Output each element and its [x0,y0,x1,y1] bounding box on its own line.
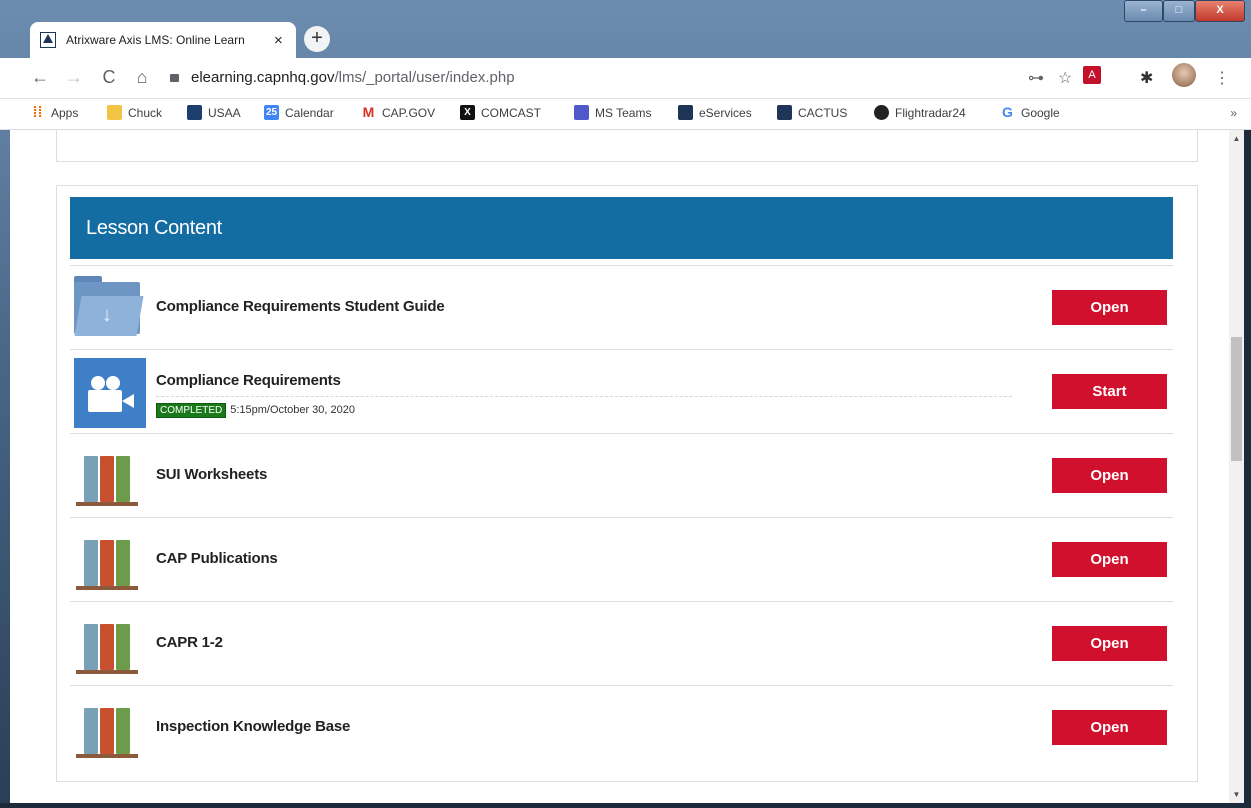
desktop-edge [1244,130,1251,808]
tab-close-icon[interactable]: × [274,32,283,49]
scroll-up-arrow-icon[interactable]: ▲ [1229,134,1244,143]
browser-toolbar: ← → C ⌂ elearning.capnhq.gov/lms/_portal… [0,58,1251,99]
browser-tab[interactable]: Atrixware Axis LMS: Online Learn × [30,22,296,58]
lesson-item-title[interactable]: Compliance Requirements [156,372,341,389]
bookmark-label: CACTUS [798,105,848,120]
google-icon: G [1002,104,1013,120]
address-bar[interactable]: elearning.capnhq.gov/lms/_portal/user/in… [170,63,1020,93]
bookmark-star-icon[interactable]: ☆ [1058,68,1072,88]
bookmark-label: Flightradar24 [895,105,966,120]
bookmark-label: Google [1021,105,1060,120]
lesson-item: CAP Publications Open [70,517,1173,601]
acrobat-pdf-icon[interactable]: A [1083,66,1101,84]
new-tab-button[interactable]: + [304,26,330,52]
lock-icon [170,74,179,82]
bookmark-label: MS Teams [595,105,652,120]
bookmark-calendar[interactable]: 25 Calendar [264,105,334,120]
books-icon [74,442,146,512]
bookmarks-overflow-icon[interactable]: » [1230,106,1237,120]
calendar-icon: 25 [264,105,279,120]
forward-arrow-icon[interactable]: → [64,67,84,88]
bookmark-label: USAA [208,105,241,120]
bookmark-msteams[interactable]: MS Teams [574,105,651,120]
bookmark-eservices[interactable]: eServices [678,105,752,120]
open-button[interactable]: Open [1052,710,1167,745]
books-icon [74,610,146,680]
minimize-button[interactable]: – [1124,0,1163,22]
bookmark-label: COMCAST [481,105,541,120]
lesson-item-title[interactable]: CAP Publications [156,550,278,567]
books-icon [74,694,146,764]
start-button[interactable]: Start [1052,374,1167,409]
teams-icon [574,105,589,120]
bookmark-apps[interactable]: ⁞⁞ Apps [30,104,79,121]
x-icon: X [460,105,475,120]
bookmark-comcast[interactable]: X COMCAST [460,105,541,120]
open-button[interactable]: Open [1052,626,1167,661]
lesson-item-title[interactable]: Inspection Knowledge Base [156,718,350,735]
folder-download-icon: ↓ [74,274,146,344]
lesson-items: ↓ Compliance Requirements Student Guide … [70,265,1173,769]
previous-card [56,130,1198,162]
lesson-item-title[interactable]: CAPR 1-2 [156,634,223,651]
page-content: Lesson Content ↓ Compliance Requirements… [10,130,1229,803]
status-badge: COMPLETED [156,403,227,418]
cap-icon [678,105,693,120]
open-button[interactable]: Open [1052,542,1167,577]
cap-icon [777,105,792,120]
reload-icon[interactable]: C [99,67,119,88]
home-icon[interactable]: ⌂ [132,67,152,88]
extensions-icon[interactable]: ✱ [1140,68,1153,88]
cap-favicon-icon [40,32,56,48]
lesson-item: Inspection Knowledge Base Open [70,685,1173,769]
video-camera-icon [74,358,146,428]
bookmarks-bar: ⁞⁞ Apps Chuck USAA 25 Calendar M CAP.GOV… [0,99,1251,130]
desktop-edge [0,803,1251,808]
key-icon[interactable]: ⊶ [1028,68,1044,88]
bookmark-usaa[interactable]: USAA [187,105,241,120]
chrome-menu-icon[interactable]: ⋮ [1214,68,1230,88]
bookmark-flightradar24[interactable]: Flightradar24 [874,105,966,120]
completion-info: COMPLETED 5:15pm/October 30, 2020 [156,396,1012,418]
lesson-item: Compliance Requirements COMPLETED 5:15pm/… [70,349,1173,433]
url-domain: elearning.capnhq.gov [191,69,335,86]
scrollbar-thumb[interactable] [1231,337,1242,461]
bookmark-cactus[interactable]: CACTUS [777,105,847,120]
gmail-icon: M [362,104,375,120]
open-button[interactable]: Open [1052,458,1167,493]
vertical-scrollbar[interactable]: ▲ ▼ [1229,130,1244,803]
open-button[interactable]: Open [1052,290,1167,325]
maximize-button[interactable]: □ [1163,0,1195,22]
folder-icon [107,105,122,120]
usaa-icon [187,105,202,120]
bookmark-google[interactable]: G Google [1000,105,1060,120]
lesson-content-card: Lesson Content ↓ Compliance Requirements… [56,185,1198,782]
lesson-item-title[interactable]: Compliance Requirements Student Guide [156,298,445,315]
lesson-item: CAPR 1-2 Open [70,601,1173,685]
bookmark-label: Calendar [285,105,334,120]
lesson-content-header: Lesson Content [70,197,1173,259]
bookmark-label: CAP.GOV [382,105,436,120]
bookmark-label: Apps [51,105,79,120]
bookmark-chuck[interactable]: Chuck [107,105,162,120]
browser-titlebar: Atrixware Axis LMS: Online Learn × + – □… [0,0,1251,58]
bookmark-label: eServices [699,105,752,120]
lesson-item: ↓ Compliance Requirements Student Guide … [70,265,1173,349]
bookmark-capgov[interactable]: M CAP.GOV [361,105,435,120]
url-path: /lms/_portal/user/index.php [334,69,515,86]
back-arrow-icon[interactable]: ← [30,67,50,88]
flightradar-icon [874,105,889,120]
lesson-item: SUI Worksheets Open [70,433,1173,517]
close-window-button[interactable]: X [1195,0,1245,22]
tab-title: Atrixware Axis LMS: Online Learn [66,33,245,47]
bookmark-label: Chuck [128,105,163,120]
completion-timestamp: 5:15pm/October 30, 2020 [230,404,355,416]
lesson-item-title[interactable]: SUI Worksheets [156,466,267,483]
books-icon [74,526,146,596]
profile-avatar[interactable] [1172,63,1196,87]
scroll-down-arrow-icon[interactable]: ▼ [1229,790,1244,799]
apps-grid-icon: ⁞⁞ [32,104,43,121]
